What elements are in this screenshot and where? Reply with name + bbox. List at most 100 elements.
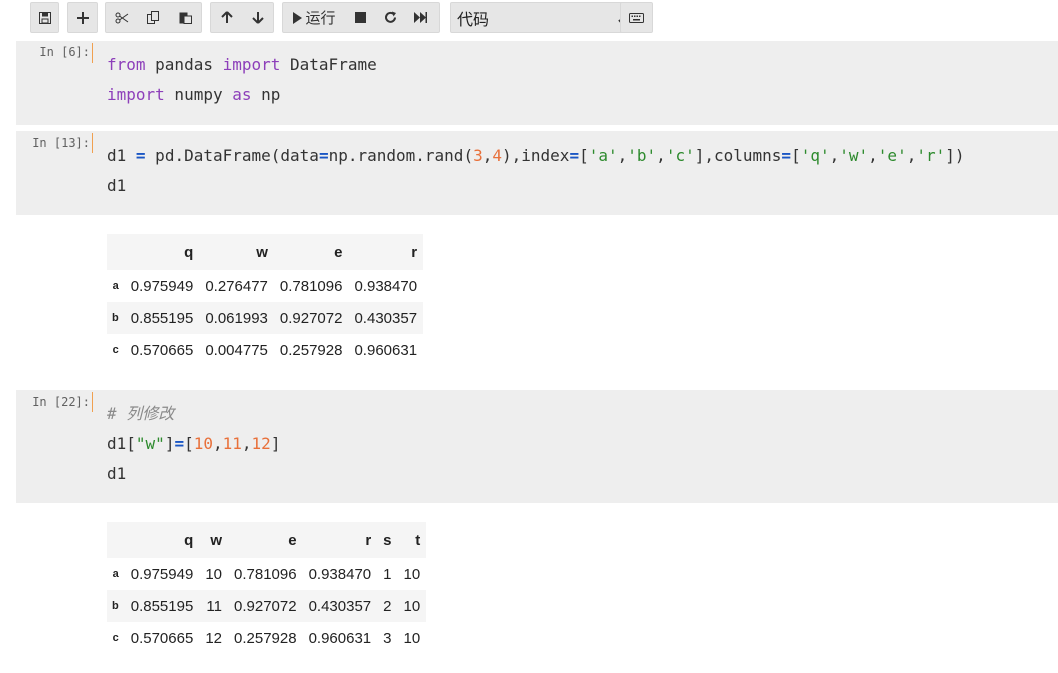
cell-prompt: In [13]: [32,136,90,150]
copy-button[interactable] [138,3,169,32]
table-cell: 0.938470 [354,277,418,295]
save-button[interactable] [31,3,58,32]
table-cell: 3 [383,629,392,647]
table-cell: 0.061993 [205,309,268,327]
code-token: ] [270,434,281,453]
table-row: a 0.975949 10 0.781096 0.938470 1 10 [107,558,427,590]
column-header: q [184,243,194,261]
code-token: , [213,434,223,453]
index-header [107,522,125,558]
code-token: , [868,146,878,165]
table-cell: 0.781096 [279,277,343,295]
table-cell: 0.855195 [130,309,194,327]
table-cell: 0.960631 [354,341,418,359]
column-header: e [334,243,343,261]
code-token: 'b' [627,146,657,165]
code-token: from [107,55,146,74]
code-token: 'e' [877,146,907,165]
header-row: qw e rs t [107,522,427,558]
code-token: import [107,85,165,104]
table-row: a 0.975949 0.276477 0.781096 0.938470 [107,270,424,302]
table-row: b 0.855195 11 0.927072 0.430357 2 10 [107,590,427,622]
code-editor[interactable]: from pandas import DataFrame import numpy… [107,50,377,110]
cut-button[interactable] [106,3,138,32]
table-cell: 0.430357 [354,309,418,327]
move-down-button[interactable] [242,3,273,32]
code-token: pandas [145,55,223,74]
cell-prompt: In [22]: [32,395,90,409]
code-token: , [482,146,493,165]
code-token: np [251,85,281,104]
plus-icon [76,11,89,24]
header-row: qwer [107,234,424,270]
code-cell-1[interactable]: In [6]: from pandas import DataFrame impo… [16,41,1058,125]
code-token: 'a' [588,146,618,165]
restart-run-all-button[interactable] [405,3,435,32]
table-cell: 10 [403,629,421,647]
keyboard-icon [629,12,644,23]
code-token: d1[ [107,434,136,453]
code-editor[interactable]: # 列修改 d1["w"]=[10,11,12] d1 [107,399,280,489]
code-line: d1["w"]=[10,11,12] [107,429,280,459]
code-token: # 列修改 [107,404,175,423]
code-token: 11 [222,434,242,453]
run-group: 运行 [282,2,440,33]
insert-cell-button[interactable] [68,3,97,32]
code-token: = [569,146,580,165]
row-index: b [112,600,119,612]
code-token: ],columns [694,146,782,165]
run-button[interactable]: 运行 [283,3,345,32]
code-token: [ [184,434,194,453]
interrupt-button[interactable] [345,3,375,32]
restart-button[interactable] [375,3,405,32]
table-cell: 0.938470 [308,565,372,583]
insert-group [67,2,98,33]
table-cell: 0.430357 [308,597,372,615]
code-token: ]) [945,146,965,165]
table-cell: 0.781096 [234,565,297,583]
code-token: , [656,146,666,165]
keyboard-shortcuts-button[interactable] [621,3,652,32]
code-cell-2[interactable]: In [13]: d1 = pd.DataFrame(data=np.rando… [16,131,1058,215]
code-token: 10 [193,434,213,453]
restart-icon [384,11,397,24]
stop-icon [354,12,366,23]
code-token: np.random.rand( [328,146,474,165]
table-cell: 0.570665 [130,341,194,359]
index-header [107,234,125,270]
code-token: = [135,146,146,165]
code-line: d1 [107,171,965,201]
table-cell: 0.257928 [279,341,343,359]
cell-type-select[interactable]: 代码 [450,2,640,33]
dataframe-output-1: qwer a 0.975949 0.276477 0.781096 0.938470 b 0… [107,234,424,366]
keyboard-group [620,2,653,33]
table-body: a 0.975949 0.276477 0.781096 0.938470 b 0.8551… [107,270,424,366]
paste-button[interactable] [169,3,201,32]
code-token: 'c' [665,146,695,165]
move-up-button[interactable] [211,3,242,32]
code-line: d1 [107,459,280,489]
cell-edit-indicator [92,133,93,153]
code-editor[interactable]: d1 = pd.DataFrame(data=np.random.rand(3,… [107,141,965,201]
code-token: , [829,146,840,165]
code-token: = [781,146,792,165]
save-group [30,2,59,33]
arrow-up-icon [220,11,233,24]
column-header: r [411,243,418,261]
cell-edit-indicator [92,43,93,63]
column-header: q [184,531,194,549]
save-icon [38,11,51,24]
code-token: [ [791,146,801,165]
play-icon [292,11,303,24]
code-token: 'q' [800,146,830,165]
table-cell: 0.927072 [234,597,297,615]
code-token: ),index [502,146,570,165]
code-cell-3[interactable]: In [22]: # 列修改 d1["w"]=[10,11,12] d1 [16,390,1058,503]
table-cell: 1 [383,565,392,583]
table-cell: 0.975949 [130,565,194,583]
table-cell: 10 [205,565,222,583]
code-token: = [174,434,185,453]
column-header: r [365,531,372,549]
scissors-icon [115,12,129,24]
table-cell: 0.257928 [234,629,297,647]
